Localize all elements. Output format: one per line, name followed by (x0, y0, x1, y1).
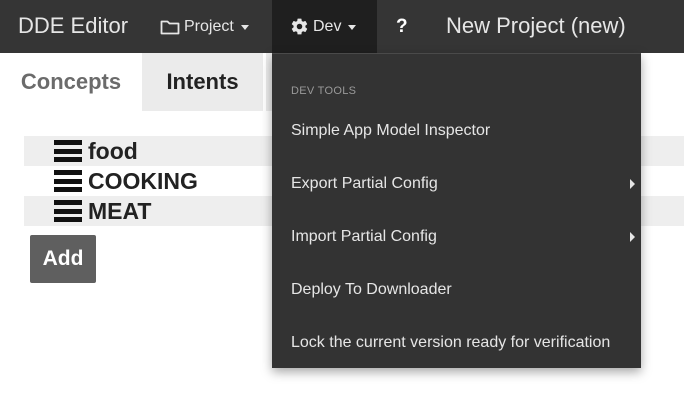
menu-item-label: Lock the current version ready for verif… (291, 334, 611, 351)
menu-item-app-model-inspector[interactable]: Simple App Model Inspector (272, 116, 641, 146)
dev-menu-button[interactable]: Dev (272, 0, 377, 53)
concept-label: COOKING (88, 167, 198, 194)
menu-item-lock-version[interactable]: Lock the current version ready for verif… (272, 328, 641, 358)
project-menu-button[interactable]: Project (160, 0, 249, 53)
project-title: New Project (new) (446, 13, 626, 38)
chevron-right-icon (630, 232, 635, 242)
drag-handle-icon[interactable] (54, 200, 82, 222)
drag-handle-icon[interactable] (54, 170, 82, 192)
folder-icon (160, 19, 180, 35)
menu-item-label: Simple App Model Inspector (291, 122, 491, 139)
tab-intents[interactable]: Intents (142, 53, 266, 111)
menu-item-label: Import Partial Config (291, 228, 437, 245)
add-concept-button[interactable]: Add (30, 235, 96, 283)
concept-label: food (88, 137, 138, 164)
help-button[interactable]: ? (396, 0, 408, 53)
chevron-down-icon (240, 25, 249, 30)
app-brand[interactable]: DDE Editor (18, 12, 128, 40)
dev-menu-label: Dev (313, 17, 342, 35)
gear-icon (290, 17, 309, 36)
top-navbar: DDE Editor Project Dev ? New Project (ne… (0, 0, 684, 53)
menu-item-export-partial-config[interactable]: Export Partial Config (272, 169, 641, 199)
drag-handle-icon[interactable] (54, 140, 82, 162)
tab-concepts[interactable]: Concepts (0, 53, 142, 111)
menu-item-deploy-to-downloader[interactable]: Deploy To Downloader (272, 275, 641, 305)
project-menu-label: Project (184, 17, 234, 35)
chevron-right-icon (630, 179, 635, 189)
dev-dropdown-menu: DEV TOOLS Simple App Model Inspector Exp… (272, 53, 641, 368)
dropdown-header: DEV TOOLS (291, 85, 357, 97)
menu-item-import-partial-config[interactable]: Import Partial Config (272, 222, 641, 252)
menu-item-label: Export Partial Config (291, 175, 438, 192)
menu-item-label: Deploy To Downloader (291, 281, 452, 298)
chevron-down-icon (348, 25, 357, 30)
concept-label: MEAT (88, 197, 152, 224)
